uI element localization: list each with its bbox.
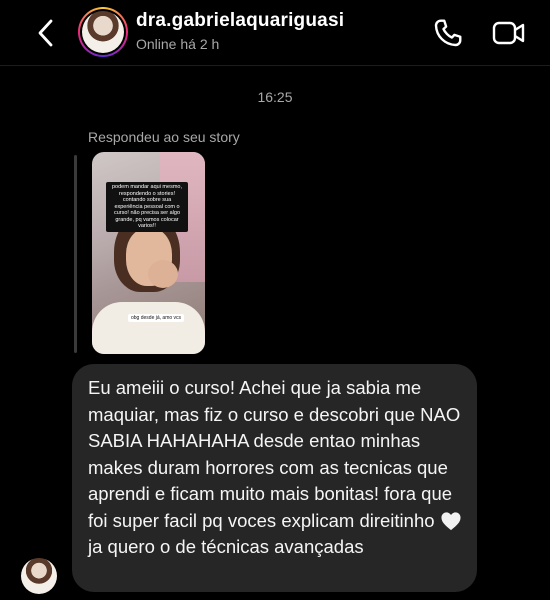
online-status: Online há 2 h — [136, 36, 220, 52]
story-caption: podem mandar aqui mesmo, respondendo o s… — [106, 182, 188, 232]
message-bubble[interactable]: Eu ameiii o curso! Achei que ja sabia me… — [72, 364, 477, 592]
story-sticker: obg desde já, amo vcs — [128, 314, 185, 322]
sender-avatar[interactable] — [21, 558, 57, 594]
phone-icon[interactable] — [432, 17, 464, 49]
message-text: Eu ameiii o curso! Achei que ja sabia me… — [88, 377, 461, 531]
reply-indicator-bar — [74, 155, 77, 353]
message-timestamp: 16:25 — [257, 89, 293, 105]
story-reply-label: Respondeu ao seu story — [88, 129, 240, 145]
message-text-end: ja quero o de técnicas avançadas — [88, 536, 364, 557]
username[interactable]: dra.gabrielaquariguasi — [136, 10, 344, 32]
chat-header: dra.gabrielaquariguasi Online há 2 h — [0, 0, 550, 66]
profile-avatar[interactable] — [78, 7, 128, 57]
chevron-left-icon[interactable] — [32, 16, 60, 50]
video-camera-icon[interactable] — [492, 18, 526, 48]
avatar-photo — [82, 11, 124, 53]
white-heart-icon — [441, 511, 461, 530]
story-thumbnail[interactable]: podem mandar aqui mesmo, respondendo o s… — [92, 152, 205, 354]
